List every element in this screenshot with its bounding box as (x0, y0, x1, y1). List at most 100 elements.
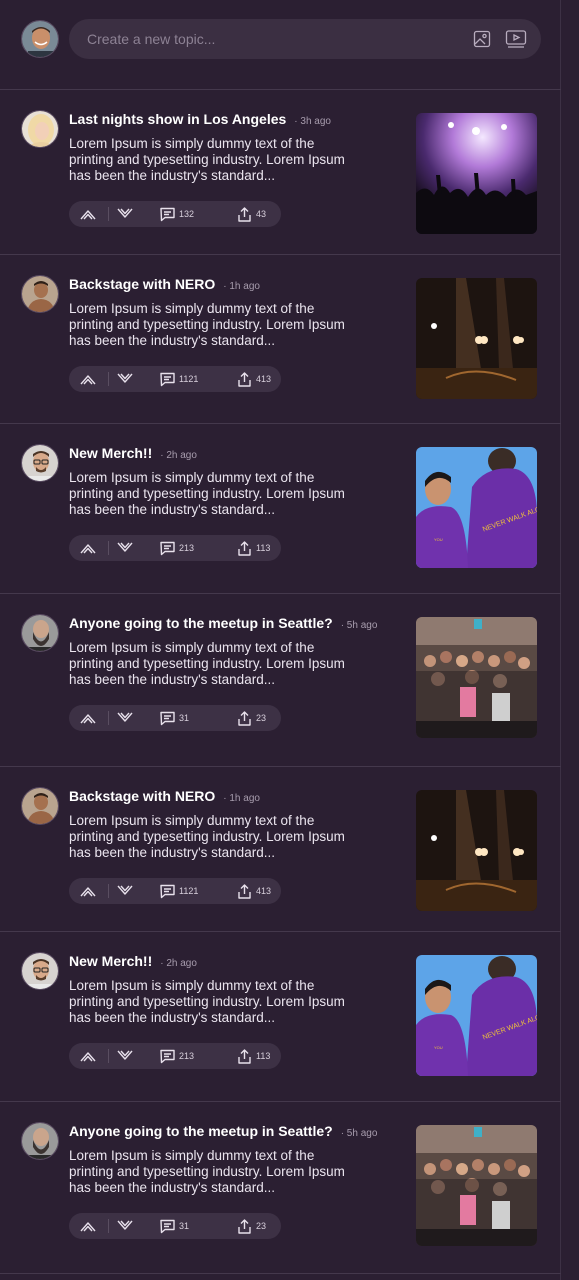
author-avatar[interactable] (21, 614, 59, 652)
comments-button[interactable]: 213 (159, 535, 194, 561)
post-actions: 213 113 (69, 1043, 281, 1069)
post-card[interactable]: Backstage with NERO 1h ago Lorem Ipsum i… (0, 767, 561, 932)
downvote-icon (117, 1050, 133, 1060)
upvote-button[interactable] (79, 1213, 97, 1239)
downvote-button[interactable] (116, 705, 134, 731)
post-card[interactable]: Backstage with NERO 1h ago Lorem Ipsum i… (0, 255, 561, 424)
post-image[interactable]: NEVER WALK ALONE YOU (416, 447, 537, 568)
post-body: Lorem Ipsum is simply dummy text of the … (69, 301, 345, 348)
comments-button[interactable]: 31 (159, 1213, 189, 1239)
post-title[interactable]: Last nights show in Los Angeles (69, 111, 286, 127)
post-actions: 132 43 (69, 201, 281, 227)
vote-divider (108, 884, 109, 898)
user-avatar[interactable] (21, 20, 59, 58)
comment-icon (160, 1219, 175, 1233)
post-time: 2h ago (160, 450, 197, 461)
post-title[interactable]: Anyone going to the meetup in Seattle? (69, 615, 333, 631)
author-avatar[interactable] (21, 1122, 59, 1160)
share-button[interactable]: 113 (236, 535, 270, 561)
author-avatar[interactable] (21, 787, 59, 825)
post-card[interactable]: New Merch!! 2h ago Lorem Ipsum is simply… (0, 424, 561, 594)
post-image[interactable] (416, 113, 537, 234)
post-body: Lorem Ipsum is simply dummy text of the … (69, 640, 345, 687)
post-actions: 1121 413 (69, 878, 281, 904)
post-card[interactable]: Last nights show in Los Angeles 3h ago L… (0, 90, 561, 255)
new-topic-input[interactable] (87, 31, 447, 47)
post-title[interactable]: Backstage with NERO (69, 276, 215, 292)
post-title[interactable]: New Merch!! (69, 953, 152, 969)
comment-icon (160, 1049, 175, 1063)
share-icon (238, 883, 251, 899)
downvote-button[interactable] (116, 201, 134, 227)
upvote-button[interactable] (79, 535, 97, 561)
downvote-icon (117, 1220, 133, 1230)
vote-divider (108, 372, 109, 386)
post-body: Lorem Ipsum is simply dummy text of the … (69, 978, 345, 1025)
share-icon (238, 1218, 251, 1234)
comments-button[interactable]: 213 (159, 1043, 194, 1069)
post-title[interactable]: New Merch!! (69, 445, 152, 461)
upvote-button[interactable] (79, 201, 97, 227)
image-icon[interactable] (472, 29, 492, 49)
share-button[interactable]: 23 (236, 1213, 266, 1239)
author-avatar[interactable] (21, 110, 59, 148)
downvote-icon (117, 373, 133, 383)
post-image[interactable] (416, 1125, 537, 1246)
author-avatar[interactable] (21, 952, 59, 990)
post-image[interactable] (416, 278, 537, 399)
post-image[interactable] (416, 617, 537, 738)
post-header: Anyone going to the meetup in Seattle? 5… (69, 615, 377, 631)
share-icon (238, 206, 251, 222)
post-header: Last nights show in Los Angeles 3h ago (69, 111, 331, 127)
share-button[interactable]: 413 (236, 878, 271, 904)
post-body: Lorem Ipsum is simply dummy text of the … (69, 1148, 345, 1195)
comments-button[interactable]: 1121 (159, 366, 198, 392)
post-title[interactable]: Anyone going to the meetup in Seattle? (69, 1123, 333, 1139)
author-avatar[interactable] (21, 275, 59, 313)
post-body: Lorem Ipsum is simply dummy text of the … (69, 136, 345, 183)
upvote-button[interactable] (79, 878, 97, 904)
comment-count: 31 (179, 713, 190, 723)
share-icon (238, 371, 251, 387)
comments-button[interactable]: 1121 (159, 878, 198, 904)
comment-count: 1121 (179, 374, 199, 384)
upvote-icon (80, 210, 96, 220)
downvote-button[interactable] (116, 1213, 134, 1239)
upvote-button[interactable] (79, 1043, 97, 1069)
comments-button[interactable]: 31 (159, 705, 189, 731)
post-title[interactable]: Backstage with NERO (69, 788, 215, 804)
svg-text:YOU: YOU (434, 1045, 443, 1050)
post-card[interactable]: New Merch!! 2h ago Lorem Ipsum is simply… (0, 932, 561, 1102)
comments-button[interactable]: 132 (159, 201, 194, 227)
post-image[interactable]: NEVER WALK ALONE YOU (416, 955, 537, 1076)
downvote-button[interactable] (116, 1043, 134, 1069)
post-time: 3h ago (294, 116, 331, 127)
share-count: 413 (256, 886, 272, 896)
post-body: Lorem Ipsum is simply dummy text of the … (69, 813, 345, 860)
share-button[interactable]: 23 (236, 705, 266, 731)
vote-divider (108, 1049, 109, 1063)
share-button[interactable]: 43 (236, 201, 266, 227)
comment-count: 1121 (179, 886, 199, 896)
share-button[interactable]: 113 (236, 1043, 270, 1069)
post-image[interactable] (416, 790, 537, 911)
comment-icon (160, 711, 175, 725)
new-topic-field[interactable] (69, 19, 541, 59)
upvote-button[interactable] (79, 705, 97, 731)
scrollbar[interactable] (562, 0, 579, 1280)
share-count: 23 (256, 713, 267, 723)
vote-divider (108, 207, 109, 221)
upvote-button[interactable] (79, 366, 97, 392)
share-count: 43 (256, 209, 267, 219)
composer (0, 0, 561, 90)
post-time: 1h ago (223, 281, 260, 292)
share-button[interactable]: 413 (236, 366, 271, 392)
downvote-button[interactable] (116, 878, 134, 904)
author-avatar[interactable] (21, 444, 59, 482)
post-card[interactable]: Anyone going to the meetup in Seattle? 5… (0, 594, 561, 767)
downvote-button[interactable] (116, 366, 134, 392)
video-icon[interactable] (504, 29, 528, 49)
downvote-button[interactable] (116, 535, 134, 561)
post-card[interactable]: Anyone going to the meetup in Seattle? 5… (0, 1102, 561, 1274)
comment-icon (160, 884, 175, 898)
